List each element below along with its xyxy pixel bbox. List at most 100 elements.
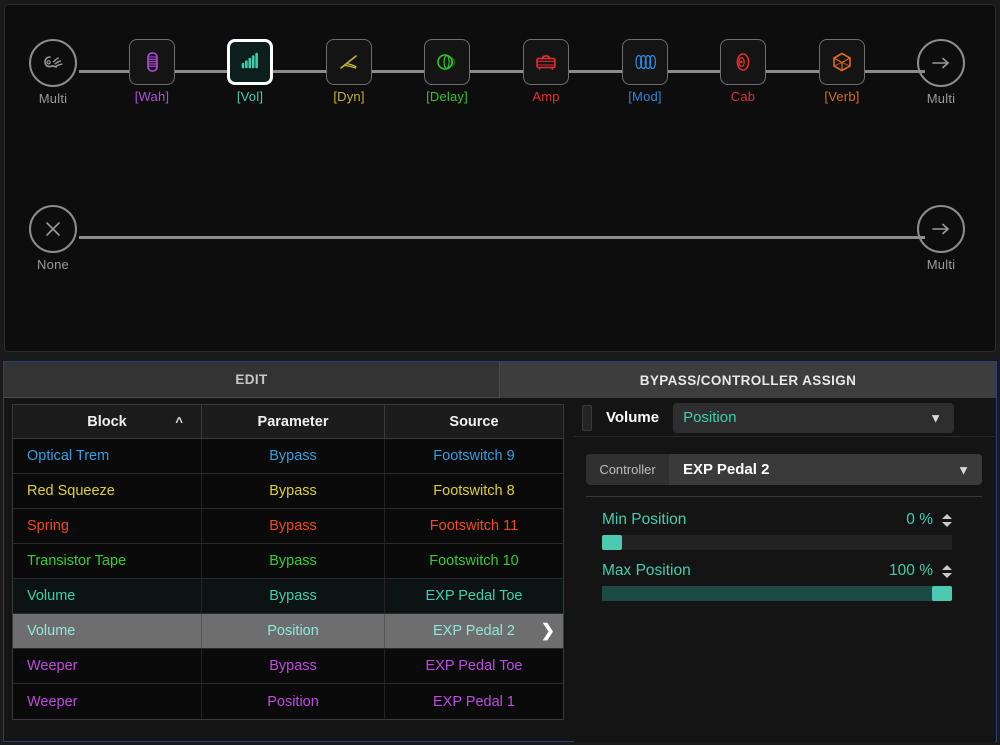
- table-cell-parameter: Position: [202, 684, 385, 719]
- min-position-stepper[interactable]: [942, 513, 952, 527]
- chain-block-multi[interactable]: Multi: [898, 205, 984, 272]
- chain-block-label: [Vol]: [236, 89, 264, 104]
- chain-block-icon-box[interactable]: [29, 39, 77, 87]
- table-row[interactable]: Volume Bypass EXP Pedal Toe: [13, 579, 563, 614]
- chain-block-cab[interactable]: Cab: [700, 39, 786, 104]
- controller-select-row[interactable]: Controller EXP Pedal 2 ▼: [586, 454, 982, 485]
- max-position-slider[interactable]: [602, 586, 952, 601]
- chain-block-label: Multi: [926, 91, 956, 106]
- table-cell-source: EXP Pedal Toe: [425, 658, 523, 674]
- chevron-up-icon[interactable]: ^: [175, 414, 183, 429]
- table-cell-source: Footswitch 11: [429, 518, 519, 534]
- chain-block-icon-box[interactable]: [917, 205, 965, 253]
- column-header-parameter[interactable]: Parameter: [202, 405, 385, 438]
- table-cell-source: Footswitch 8: [433, 483, 515, 499]
- signal-chain-row-1: Multi [Wah] [Vol] [Dyn] [Delay] Amp [Mod] Cab [V…: [5, 19, 995, 109]
- chain-block-label: Amp: [532, 89, 560, 104]
- chain-block-verb[interactable]: [Verb]: [799, 39, 885, 104]
- chain-block-multi[interactable]: Multi: [10, 39, 96, 106]
- chain-block-icon-box[interactable]: [326, 39, 372, 85]
- table-cell-source: EXP Pedal 1: [433, 693, 515, 710]
- table-cell-parameter: Bypass: [202, 579, 385, 613]
- min-position-value: 0 %: [906, 511, 933, 528]
- chain-block-label: [Wah]: [134, 89, 170, 104]
- controller-select[interactable]: EXP Pedal 2 ▼: [669, 454, 982, 485]
- chain-block-icon-box[interactable]: [129, 39, 175, 85]
- chain-block-wah[interactable]: [Wah]: [109, 39, 195, 104]
- chain-block-label: Multi: [38, 91, 68, 106]
- stepper-up-icon[interactable]: [942, 564, 952, 570]
- table-cell-parameter: Bypass: [202, 649, 385, 683]
- table-cell-block: Volume: [13, 579, 202, 613]
- stepper-up-icon[interactable]: [942, 513, 952, 519]
- table-row[interactable]: Weeper Bypass EXP Pedal Toe: [13, 649, 563, 684]
- column-header-source[interactable]: Source: [385, 405, 563, 438]
- table-cell-block: Spring: [13, 509, 202, 543]
- chain-block-icon-box[interactable]: [523, 39, 569, 85]
- table-cell-source: Footswitch 9: [433, 448, 515, 464]
- column-header-block[interactable]: Block ^: [13, 405, 202, 438]
- signal-chain-panel: Multi [Wah] [Vol] [Dyn] [Delay] Amp [Mod] Cab [V…: [4, 4, 996, 352]
- table-cell-block: Red Squeeze: [13, 474, 202, 508]
- chain-block-delay[interactable]: [Delay]: [404, 39, 490, 104]
- chain-block-label: [Dyn]: [333, 89, 365, 104]
- chain-block-multi[interactable]: Multi: [898, 39, 984, 106]
- chain-block-icon-box[interactable]: [819, 39, 865, 85]
- table-cell-parameter: Bypass: [202, 544, 385, 578]
- table-cell-source: EXP Pedal Toe: [425, 588, 523, 604]
- chain-block-vol[interactable]: [Vol]: [207, 39, 293, 104]
- chain-block-icon-box[interactable]: [720, 39, 766, 85]
- output-arrow-icon: [932, 57, 949, 69]
- bypass-controller-assign-panel: EDIT BYPASS/CONTROLLER ASSIGN Block ^ Pa…: [3, 361, 997, 742]
- max-position-slider-knob[interactable]: [932, 586, 952, 601]
- tab-bypass-controller-assign[interactable]: BYPASS/CONTROLLER ASSIGN: [500, 362, 996, 398]
- min-position-value-group: 0 %: [906, 511, 952, 529]
- table-cell-source: EXP Pedal 2 ❯: [433, 621, 555, 641]
- max-position-row: Max Position 100 %: [602, 560, 952, 582]
- divider: [586, 496, 982, 497]
- min-position-slider-knob[interactable]: [602, 535, 622, 550]
- chain-block-icon-box[interactable]: [227, 39, 273, 85]
- stepper-down-icon[interactable]: [942, 572, 952, 578]
- max-position-value-group: 100 %: [889, 562, 952, 580]
- chain-block-icon-box[interactable]: [29, 205, 77, 253]
- guitar-input-icon: [44, 56, 63, 68]
- chain-block-icon-box[interactable]: [622, 39, 668, 85]
- assignment-detail-panel: Volume Position ▼ Controller EXP Pedal 2…: [574, 399, 995, 742]
- max-position-label: Max Position: [602, 562, 691, 579]
- parameter-select[interactable]: Position ▼: [673, 402, 955, 433]
- tab-assign-label: BYPASS/CONTROLLER ASSIGN: [639, 372, 857, 388]
- tab-edit-label: EDIT: [235, 372, 268, 387]
- table-cell-block: Weeper: [13, 649, 202, 683]
- min-position-slider[interactable]: [602, 535, 952, 550]
- table-row[interactable]: Optical Trem Bypass Footswitch 9: [13, 439, 563, 474]
- detail-header: Volume Position ▼: [574, 399, 995, 437]
- chain-block-amp[interactable]: Amp: [503, 39, 589, 104]
- max-position-stepper[interactable]: [942, 564, 952, 578]
- chain-block-icon-box[interactable]: [917, 39, 965, 87]
- cabinet-speaker-icon: [736, 53, 750, 71]
- chain-block-dyn[interactable]: [Dyn]: [306, 39, 392, 104]
- chain-block-icon-box[interactable]: [424, 39, 470, 85]
- chevron-down-icon[interactable]: ▼: [957, 462, 970, 477]
- parameter-select-value: Position: [683, 409, 737, 426]
- chevron-right-icon[interactable]: ❯: [541, 621, 555, 641]
- chain-block-mod[interactable]: [Mod]: [602, 39, 688, 104]
- table-row[interactable]: Volume Position EXP Pedal 2 ❯: [13, 614, 563, 649]
- chain-block-label: [Verb]: [824, 89, 860, 104]
- reverb-cube-icon: [833, 52, 851, 72]
- table-row[interactable]: Transistor Tape Bypass Footswitch 10: [13, 544, 563, 579]
- volume-bars-icon: [241, 52, 258, 69]
- stepper-down-icon[interactable]: [942, 521, 952, 527]
- tab-edit[interactable]: EDIT: [4, 362, 500, 398]
- table-row[interactable]: Red Squeeze Bypass Footswitch 8: [13, 474, 563, 509]
- signal-chain-row-2: None Multi: [5, 185, 995, 275]
- chain-block-label: [Delay]: [426, 89, 468, 104]
- table-cell-block: Volume: [13, 614, 202, 648]
- table-row[interactable]: Spring Bypass Footswitch 11: [13, 509, 563, 544]
- table-row[interactable]: Weeper Position EXP Pedal 1: [13, 684, 563, 719]
- chevron-down-icon[interactable]: ▼: [929, 410, 942, 425]
- chain-block-none[interactable]: None: [10, 205, 96, 272]
- chain-block-label: Multi: [926, 257, 956, 272]
- output-arrow-icon: [932, 223, 949, 235]
